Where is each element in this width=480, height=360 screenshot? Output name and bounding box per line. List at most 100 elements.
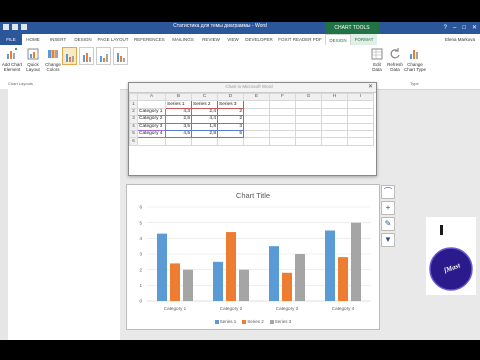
- chart-style-1[interactable]: [62, 47, 77, 65]
- chart-style-2[interactable]: [79, 47, 94, 65]
- redo-icon[interactable]: [21, 24, 27, 30]
- table-cell[interactable]: [243, 100, 270, 109]
- table-cell[interactable]: [321, 100, 348, 109]
- row-header[interactable]: 4: [129, 122, 138, 131]
- table-cell[interactable]: [347, 100, 374, 109]
- value-cell[interactable]: 1,8: [191, 122, 218, 131]
- value-cell[interactable]: 4,3: [165, 107, 192, 117]
- save-icon[interactable]: [3, 24, 9, 30]
- table-cell[interactable]: [243, 129, 270, 139]
- table-cell[interactable]: [191, 137, 218, 146]
- series-name-cell[interactable]: Series 2: [191, 100, 218, 109]
- column-header[interactable]: G: [295, 92, 322, 102]
- row-header[interactable]: 5: [129, 129, 138, 139]
- table-cell[interactable]: [295, 107, 322, 117]
- chart-style-4[interactable]: [113, 47, 128, 65]
- table-cell[interactable]: [321, 137, 348, 146]
- close-icon[interactable]: ✕: [472, 24, 477, 32]
- value-cell[interactable]: 2: [217, 107, 244, 117]
- chart-elements-icon[interactable]: +: [381, 201, 395, 215]
- value-cell[interactable]: 2,4: [191, 107, 218, 117]
- table-cell[interactable]: [165, 137, 192, 146]
- table-cell[interactable]: [269, 115, 296, 124]
- tab-view[interactable]: VIEW: [226, 34, 240, 45]
- tab-design[interactable]: DESIGN: [72, 34, 94, 45]
- category-cell[interactable]: Category 2: [137, 115, 166, 124]
- table-cell[interactable]: [217, 137, 244, 146]
- series-name-cell[interactable]: Series 1: [165, 100, 192, 109]
- chart-legend[interactable]: Series 1 Series 2 Series 3: [127, 319, 379, 324]
- column-header[interactable]: B: [165, 92, 192, 102]
- table-cell[interactable]: [243, 137, 270, 146]
- chart-plot[interactable]: 0 1 2 3 4 5 6 Category 1 Category 2 Category 3 Cat…: [127, 185, 379, 319]
- tab-references[interactable]: REFERENCES: [134, 34, 165, 45]
- tab-review[interactable]: REVIEW: [200, 34, 222, 45]
- column-header[interactable]: E: [243, 92, 270, 102]
- value-cell[interactable]: 4,5: [165, 129, 192, 139]
- table-cell[interactable]: [295, 129, 322, 139]
- value-cell[interactable]: 3,5: [165, 122, 192, 131]
- refresh-data-button[interactable]: Refresh Data: [386, 48, 404, 72]
- table-cell[interactable]: [295, 122, 322, 131]
- table-cell[interactable]: [321, 129, 348, 139]
- row-header[interactable]: 3: [129, 115, 138, 124]
- undo-icon[interactable]: [12, 24, 18, 30]
- tab-file[interactable]: FILE: [0, 34, 22, 45]
- table-cell[interactable]: [347, 129, 374, 139]
- change-colors-button[interactable]: Change Colors: [42, 48, 64, 72]
- table-cell[interactable]: [347, 122, 374, 131]
- column-header[interactable]: C: [191, 92, 218, 102]
- column-header[interactable]: I: [347, 92, 374, 102]
- tab-developer[interactable]: DEVELOPER: [244, 34, 274, 45]
- row-header[interactable]: 1: [129, 100, 138, 109]
- category-cell[interactable]: Category 3: [137, 122, 166, 131]
- value-cell[interactable]: 5: [217, 129, 244, 139]
- table-cell[interactable]: [269, 107, 296, 117]
- table-cell[interactable]: [347, 107, 374, 117]
- column-header[interactable]: H: [321, 92, 348, 102]
- column-header[interactable]: A: [137, 92, 166, 102]
- table-cell[interactable]: [321, 122, 348, 131]
- tab-foxit-reader-pdf[interactable]: FOXIT READER PDF: [278, 34, 322, 45]
- table-cell[interactable]: [269, 137, 296, 146]
- table-cell[interactable]: [269, 129, 296, 139]
- change-chart-type-button[interactable]: Change Chart Type: [404, 48, 426, 72]
- value-cell[interactable]: 4,4: [191, 115, 218, 124]
- user-name[interactable]: Elena Markova: [445, 34, 475, 45]
- table-cell[interactable]: [243, 115, 270, 124]
- add-chart-element-button[interactable]: Add Chart Element: [1, 48, 23, 72]
- table-cell[interactable]: [137, 137, 166, 146]
- row-header[interactable]: 2: [129, 107, 138, 117]
- chart-data-spreadsheet[interactable]: Chart in Microsoft Word ✕ A B C D E F G …: [128, 82, 377, 176]
- table-cell[interactable]: [321, 115, 348, 124]
- maximize-icon[interactable]: □: [462, 24, 466, 32]
- table-cell[interactable]: [269, 100, 296, 109]
- corner-cell[interactable]: [129, 92, 138, 102]
- chart-container[interactable]: Chart Title 0 1 2 3 4 5 6 Category 1 Category 2C…: [126, 184, 380, 330]
- chart-filters-icon[interactable]: ▼: [381, 233, 395, 247]
- tab-chart-format[interactable]: FORMAT: [351, 34, 377, 45]
- spreadsheet-close-icon[interactable]: ✕: [368, 83, 373, 90]
- tab-insert[interactable]: INSERT: [48, 34, 68, 45]
- table-cell[interactable]: [295, 100, 322, 109]
- value-cell[interactable]: 2: [217, 115, 244, 124]
- category-cell[interactable]: Category 4: [137, 129, 166, 139]
- category-cell[interactable]: Category 1: [137, 107, 166, 117]
- table-cell[interactable]: [269, 122, 296, 131]
- tab-mailings[interactable]: MAILINGS: [170, 34, 196, 45]
- tab-home[interactable]: HOME: [24, 34, 42, 45]
- series-name-cell[interactable]: Series 3: [217, 100, 244, 109]
- table-cell[interactable]: [137, 100, 166, 109]
- table-cell[interactable]: [243, 107, 270, 117]
- value-cell[interactable]: 2,5: [165, 115, 192, 124]
- table-cell[interactable]: [295, 137, 322, 146]
- table-cell[interactable]: [347, 137, 374, 146]
- value-cell[interactable]: 2,8: [191, 129, 218, 139]
- table-cell[interactable]: [347, 115, 374, 124]
- row-header[interactable]: 6: [129, 137, 138, 146]
- quick-layout-button[interactable]: Quick Layout: [22, 48, 44, 72]
- column-header[interactable]: D: [217, 92, 244, 102]
- document-page[interactable]: [8, 89, 120, 340]
- layout-options-icon[interactable]: ⌒: [381, 185, 395, 199]
- column-header[interactable]: F: [269, 92, 296, 102]
